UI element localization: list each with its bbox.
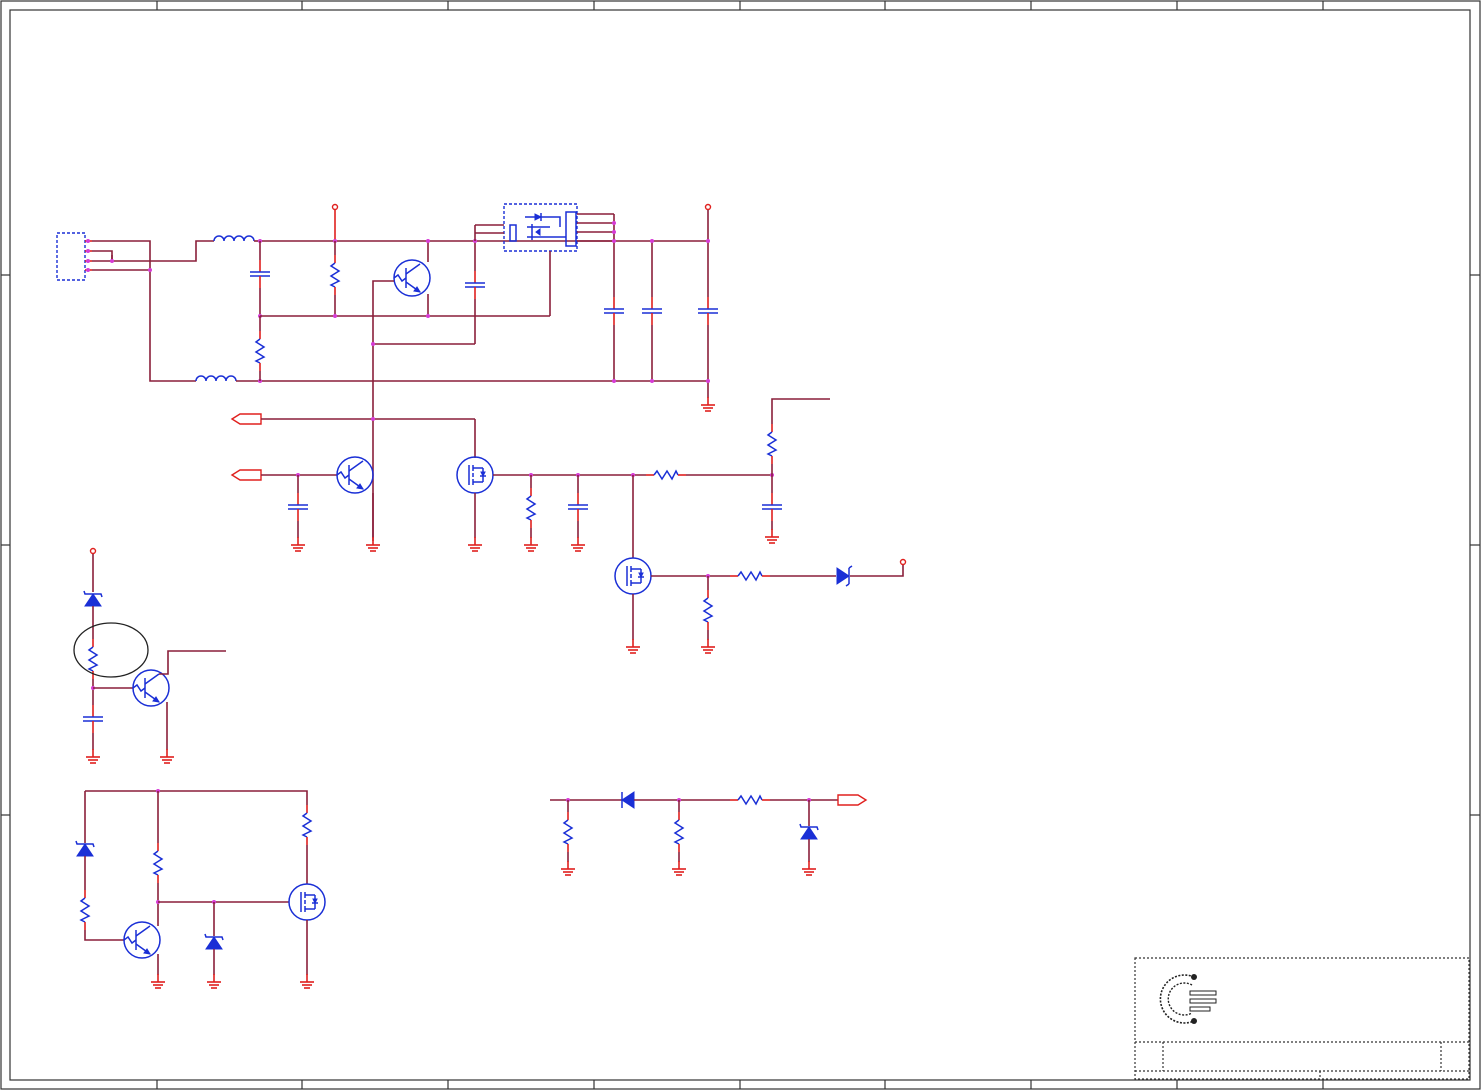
resistor-icon [80, 889, 90, 931]
ground-icon [801, 860, 817, 876]
resistor-icon [729, 571, 771, 581]
zener-diode-icon [75, 840, 95, 857]
ground-icon [570, 536, 586, 552]
capacitor-icon [761, 492, 783, 522]
zener-diode-icon [83, 590, 103, 607]
npn-transistor-icon [393, 259, 431, 297]
ground-icon [206, 973, 222, 989]
resistor-icon [674, 811, 684, 853]
ground-icon [85, 748, 101, 764]
power-rail-icon [704, 203, 712, 211]
diode-icon [836, 565, 853, 587]
mosfet-icon [288, 883, 326, 921]
capacitor-icon [82, 704, 104, 734]
diode-icon [621, 791, 635, 809]
ground-icon [299, 973, 315, 989]
gate-driver-block [75, 789, 326, 989]
mosfet-icon [614, 557, 652, 595]
ground-icon [523, 536, 539, 552]
capacitor-icon [697, 296, 719, 326]
zener-clamp-block [73, 547, 226, 764]
control-section [230, 398, 907, 654]
ground-icon [671, 860, 687, 876]
npn-transistor-top [371, 239, 486, 541]
resistor-icon [153, 842, 163, 884]
port-arrow-icon [230, 413, 262, 425]
resistor-icon [255, 330, 265, 372]
zener-diode-icon [799, 823, 819, 840]
inductor-icon [213, 235, 255, 242]
capacitor-icon [603, 296, 625, 326]
company-logo-icon [1159, 974, 1217, 1024]
power-switch-ic [474, 203, 616, 316]
ground-icon [625, 638, 641, 654]
ground-icon [290, 536, 306, 552]
resistor-icon [729, 795, 771, 805]
ground-icon [700, 638, 716, 654]
capacitor-icon [464, 270, 486, 300]
resistor-icon [645, 470, 687, 480]
sense-block [550, 791, 868, 876]
ground-icon [700, 396, 716, 412]
npn-transistor-icon [132, 669, 170, 707]
mosfet-icon [456, 456, 494, 494]
ground-icon [764, 528, 780, 544]
port-arrow-icon [230, 469, 262, 481]
ground-icon [560, 860, 576, 876]
sheet-border [0, 0, 1481, 1090]
capacitor-icon [567, 492, 589, 522]
zener-diode-icon [204, 933, 224, 950]
schematic-sheet: .w { stroke:#8a1f3a; stroke-width:1.6; f… [0, 0, 1481, 1090]
ground-icon [365, 536, 381, 552]
connector-header-icon [56, 232, 86, 281]
resistor-icon [563, 811, 573, 853]
npn-transistor-icon [123, 921, 161, 959]
highlight-circle [73, 622, 149, 678]
power-rail-icon [330, 203, 340, 318]
resistor-icon [302, 804, 312, 846]
title-block [1134, 957, 1470, 1080]
ground-icon [467, 536, 483, 552]
ground-icon [150, 973, 166, 989]
resistor-icon [767, 423, 777, 465]
npn-transistor-icon [336, 456, 374, 494]
inductor-icon [195, 375, 237, 382]
input-filter [195, 235, 708, 383]
power-rail-icon [89, 547, 97, 555]
resistor-icon [526, 487, 536, 529]
capacitor-icon [641, 296, 663, 326]
input-connector [56, 232, 214, 382]
output-capacitors [603, 203, 719, 412]
capacitor-icon [287, 492, 309, 522]
capacitor-icon [249, 259, 271, 289]
power-rail-icon [899, 558, 907, 566]
resistor-icon [330, 254, 340, 296]
port-arrow-icon [837, 794, 868, 806]
ground-icon [159, 748, 175, 764]
resistor-icon [703, 589, 713, 631]
